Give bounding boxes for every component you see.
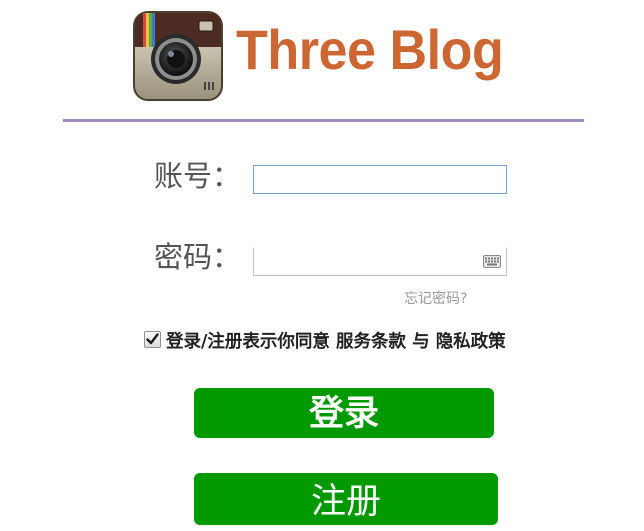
account-input[interactable] [253,165,507,194]
brand-title: Three Blog [236,18,504,81]
agreement-prefix: 登录/注册表示你同意 [166,332,330,352]
agreement-connector: 与 [412,332,430,352]
agreement-text: 登录/注册表示你同意 服务条款 与 隐私政策 [166,330,506,354]
agreement-checkbox[interactable] [144,331,161,348]
account-label: 账号： [154,159,242,193]
camera-icon [133,11,223,101]
password-label: 密码： [154,240,242,274]
terms-of-service-link[interactable]: 服务条款 [336,332,406,352]
password-input[interactable] [253,247,507,276]
register-button[interactable]: 注册 [194,473,498,525]
forgot-password-link[interactable]: 忘记密码? [404,289,467,309]
keyboard-icon[interactable] [483,255,501,268]
header-divider [63,119,584,122]
login-button[interactable]: 登录 [194,388,494,438]
privacy-policy-link[interactable]: 隐私政策 [436,332,506,352]
checkmark-icon [146,333,159,345]
